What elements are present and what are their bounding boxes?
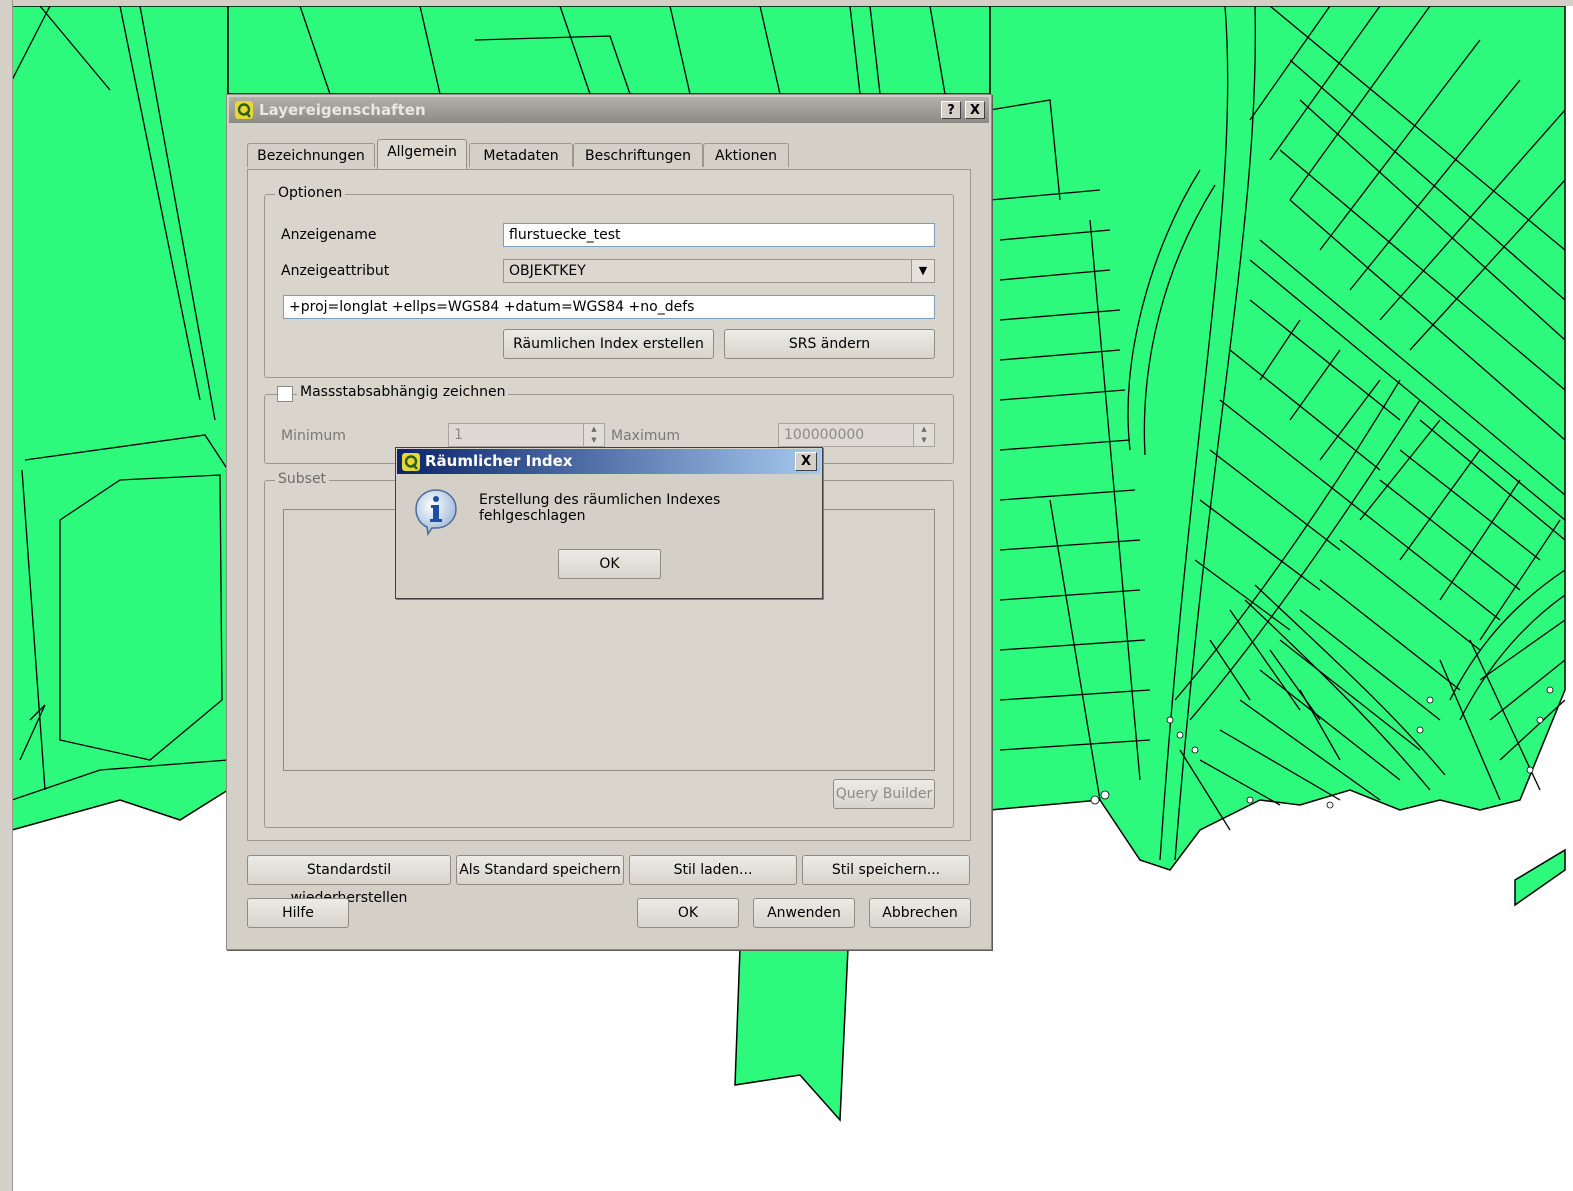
spin-up-icon[interactable]: ▲ [584,424,604,435]
query-builder-button[interactable]: Query Builder [833,779,935,809]
display-field-select[interactable]: OBJEKTKEY ▼ [503,259,935,283]
display-field-value: OBJEKTKEY [509,263,586,279]
qgis-logo-icon [402,453,420,471]
options-group-title: Optionen [275,185,346,201]
tab-aktionen[interactable]: Aktionen [703,143,789,167]
maximum-spinner[interactable]: ▲ ▼ [913,424,934,446]
minimum-spinner[interactable]: ▲ ▼ [583,424,604,446]
scale-dependent-label: Massstabsabhängig zeichnen [297,384,509,400]
tab-bezeichnungen[interactable]: Bezeichnungen [247,143,375,167]
spin-down-icon[interactable]: ▼ [584,435,604,446]
dialog-close-button[interactable]: X [965,101,985,119]
srs-input[interactable]: +proj=longlat +ellps=WGS84 +datum=WGS84 … [283,295,935,319]
save-style-button[interactable]: Stil speichern... [802,855,970,885]
display-field-label: Anzeigeattribut [281,263,390,279]
change-srs-button[interactable]: SRS ändern [724,329,935,359]
create-spatial-index-button[interactable]: Räumlichen Index erstellen [503,329,714,359]
minimum-scale-input[interactable]: 1 ▲ ▼ [448,423,605,447]
save-as-default-button[interactable]: Als Standard speichern [456,855,624,885]
tab-beschriftungen[interactable]: Beschriftungen [573,143,703,167]
minimum-scale-value: 1 [454,427,463,443]
help-button[interactable]: Hilfe [247,898,349,928]
message-text: Erstellung des räumlichen Indexes fehlge… [479,492,721,524]
display-name-label: Anzeigename [281,227,377,243]
spin-down-icon[interactable]: ▼ [914,435,934,446]
dialog-title: Layereigenschaften [259,101,426,119]
window-left-edge [0,0,13,1191]
help-question-button[interactable]: ? [941,101,961,119]
parcel [1514,848,1566,907]
cancel-button[interactable]: Abbrechen [869,898,971,928]
dialog-titlebar[interactable]: Layereigenschaften ? X [229,97,989,123]
spatial-index-message-box: Räumlicher Index X Erstellung des räumli… [395,447,823,599]
maximum-scale-input[interactable]: 100000000 ▲ ▼ [778,423,935,447]
qgis-screen: Layereigenschaften ? X Bezeichnungen All… [0,0,1573,1191]
scale-dependent-checkbox[interactable] [277,386,293,402]
message-ok-button[interactable]: OK [558,549,661,579]
load-style-button[interactable]: Stil laden... [629,855,797,885]
message-box-title: Räumlicher Index [425,452,573,470]
apply-button[interactable]: Anwenden [753,898,855,928]
qgis-logo-icon [235,101,253,119]
tab-metadaten[interactable]: Metadaten [469,143,573,167]
restore-default-style-button[interactable]: Standardstil wiederherstellen [247,855,451,906]
display-name-input[interactable]: flurstuecke_test [503,223,935,247]
subset-group-title: Subset [275,471,330,487]
spin-up-icon[interactable]: ▲ [914,424,934,435]
ok-button[interactable]: OK [637,898,739,928]
chevron-down-icon[interactable]: ▼ [911,260,934,282]
parcel [227,5,991,95]
options-group: Optionen Anzeigename flurstuecke_test An… [264,185,954,378]
parcel [989,5,1566,871]
maximum-label: Maximum [611,428,680,444]
maximum-scale-value: 100000000 [784,427,865,443]
minimum-label: Minimum [281,428,346,444]
parcel [734,947,849,1122]
message-box-titlebar[interactable]: Räumlicher Index X [397,449,821,474]
message-box-close-button[interactable]: X [795,452,817,471]
info-icon [415,489,457,536]
tab-allgemein[interactable]: Allgemein [377,139,467,169]
window-top-edge [0,0,1573,6]
